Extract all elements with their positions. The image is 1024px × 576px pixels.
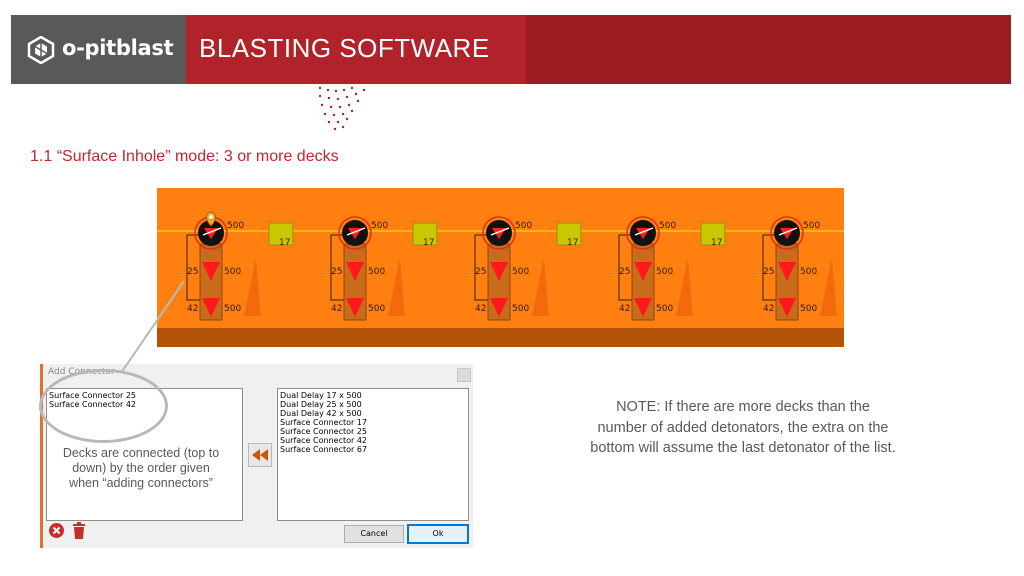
deck-label: 42	[187, 304, 198, 314]
surface-connector: 17	[268, 222, 294, 248]
deck-delay-label: 500	[368, 304, 385, 314]
surface-connector: 17	[412, 222, 438, 248]
deck-label: 42	[619, 304, 630, 314]
dialog-close-button[interactable]	[457, 368, 471, 382]
decorative-dots	[318, 86, 366, 131]
deck-label: 25	[619, 267, 630, 277]
surface-connector-label: 17	[567, 238, 578, 248]
top-delay-label: 500	[227, 221, 244, 231]
top-delay-label: 500	[803, 221, 820, 231]
callout-highlight-circle	[39, 369, 168, 443]
add-to-list-button[interactable]	[248, 443, 272, 467]
deck-label: 42	[331, 304, 342, 314]
deck-label: 42	[475, 304, 486, 314]
deck-label: 25	[763, 267, 774, 277]
deck-delay-label: 500	[512, 304, 529, 314]
surface-connector-label: 17	[711, 238, 722, 248]
connector-order-note: Decks are connected (top to down) by the…	[62, 446, 220, 490]
list-item[interactable]: Surface Connector 42	[280, 436, 466, 445]
deck-delay-label: 500	[656, 267, 673, 277]
section-title: 1.1 “Surface Inhole” mode: 3 or more dec…	[30, 148, 339, 165]
list-item[interactable]: Dual Delay 42 x 500	[280, 409, 466, 418]
blast-design-canvas[interactable]: 500 25 500 42 500 17 500 25 500 42 500 17 500 25 500 42…	[157, 188, 844, 347]
list-item[interactable]: Surface Connector 17	[280, 418, 466, 427]
trash-icon	[73, 522, 85, 539]
top-delay-label: 500	[659, 221, 676, 231]
deck-label: 25	[475, 267, 486, 277]
list-item[interactable]: Dual Delay 25 x 500	[280, 400, 466, 409]
logo-text: o-pitblast	[62, 36, 174, 60]
surface-connector: 17	[700, 222, 726, 248]
available-connectors-list[interactable]: Dual Delay 17 x 500 Dual Delay 25 x 500 …	[277, 388, 469, 521]
deck-delay-label: 500	[800, 267, 817, 277]
deck-delay-label: 500	[224, 304, 241, 314]
deck-label: 25	[187, 267, 198, 277]
callout-arrow	[120, 280, 185, 374]
ok-button[interactable]: Ok	[407, 524, 469, 544]
deck-delay-label: 500	[656, 304, 673, 314]
deck-delay-label: 500	[800, 304, 817, 314]
surface-connector-label: 17	[423, 238, 434, 248]
deck-label: 42	[763, 304, 774, 314]
decks-note: NOTE: If there are more decks than the n…	[590, 399, 896, 456]
double-chevron-left-icon	[252, 449, 268, 461]
close-circle-icon	[52, 526, 61, 535]
cancel-button[interactable]: Cancel	[344, 525, 404, 543]
deck-label: 25	[331, 267, 342, 277]
list-item[interactable]: Dual Delay 17 x 500	[280, 391, 466, 400]
delete-button[interactable]	[71, 522, 87, 540]
pin-dot	[209, 215, 213, 219]
deck-delay-label: 500	[368, 267, 385, 277]
surface-connector-label: 17	[279, 238, 290, 248]
top-delay-label: 500	[371, 221, 388, 231]
deck-delay-label: 500	[224, 267, 241, 277]
remove-button[interactable]	[49, 523, 64, 538]
list-item[interactable]: Surface Connector 25	[280, 427, 466, 436]
logo-icon	[27, 36, 55, 64]
header-title: BLASTING SOFTWARE	[199, 33, 490, 63]
surface-connector: 17	[556, 222, 582, 248]
list-item[interactable]: Surface Connector 67	[280, 445, 466, 454]
top-delay-label: 500	[515, 221, 532, 231]
deck-delay-label: 500	[512, 267, 529, 277]
